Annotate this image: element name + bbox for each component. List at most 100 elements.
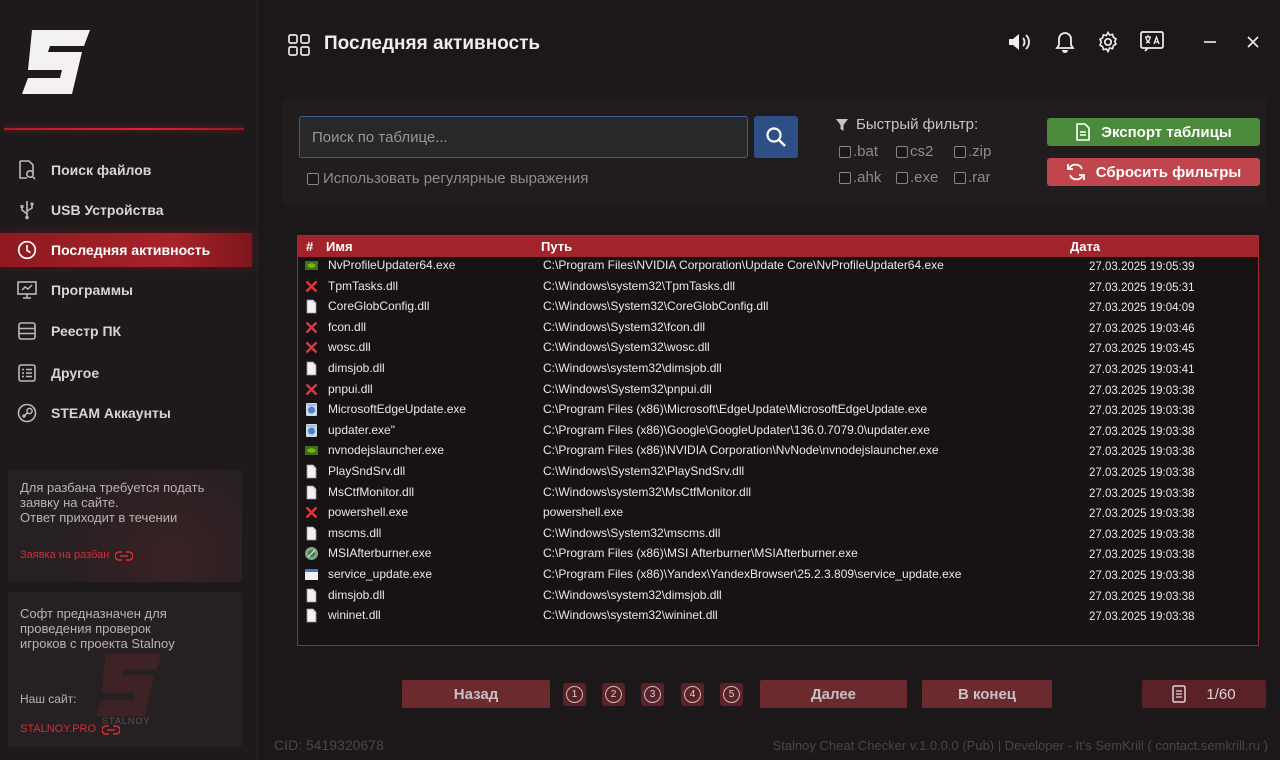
document-icon: [1076, 123, 1091, 141]
table-row[interactable]: powershell.exe powershell.exe 27.03.2025 1…: [298, 503, 1258, 524]
regex-checkbox[interactable]: Использовать регулярные выражения: [307, 170, 588, 187]
column-header-name[interactable]: Имя: [326, 239, 353, 254]
sidebar-item-file-search[interactable]: Поиск файлов: [0, 153, 252, 187]
refresh-icon: [1066, 163, 1085, 181]
site-link[interactable]: STALNOY.PRO: [20, 722, 121, 737]
close-button[interactable]: [1239, 28, 1267, 56]
search-icon: [766, 127, 786, 147]
reset-label: Сбросить фильтры: [1095, 163, 1242, 181]
next-label: Далее: [810, 685, 857, 703]
cell-path: C:\Windows\system32\dimsjob.dll: [543, 361, 722, 375]
page-next-button[interactable]: Далее: [760, 680, 907, 708]
cell-date: 27.03.2025 19:05:39: [1089, 261, 1195, 273]
cell-path: C:\Program Files\NVIDIA Corporation\Upda…: [543, 258, 944, 272]
page-3-button[interactable]: 3: [641, 683, 664, 706]
filter-rar[interactable]: .rar: [954, 169, 991, 186]
page-2-button[interactable]: 2: [602, 683, 625, 706]
table-row[interactable]: mscms.dll C:\Windows\System32\mscms.dll 27…: [298, 524, 1258, 545]
language-button[interactable]: [1138, 28, 1166, 56]
filter-bat[interactable]: .bat: [839, 143, 878, 160]
cell-path: C:\Windows\system32\dimsjob.dll: [543, 587, 722, 602]
sidebar-item-programs[interactable]: Программы: [0, 273, 252, 307]
file-search-icon: [16, 159, 38, 181]
table-row[interactable]: NvProfileUpdater64.exe C:\Program Files\N…: [298, 256, 1258, 277]
filter-ahk[interactable]: .ahk: [839, 169, 881, 186]
column-header-path[interactable]: Путь: [541, 239, 572, 254]
grid-icon: [288, 34, 310, 56]
file-icon: [304, 526, 319, 541]
cell-date: 27.03.2025 19:03:38: [1089, 549, 1195, 562]
export-table-button[interactable]: Экспорт таблицы: [1047, 118, 1260, 146]
sidebar-item-label: Реестр ПК: [51, 323, 122, 339]
table-row[interactable]: wosc.dll C:\Windows\System32\wosc.dll 27.0…: [298, 338, 1258, 359]
minimize-button[interactable]: [1196, 28, 1224, 56]
page-4-button[interactable]: 4: [681, 683, 704, 706]
filter-label: .bat: [853, 143, 879, 160]
table-row[interactable]: updater.exe" C:\Program Files (x86)\Googl…: [298, 421, 1258, 442]
sidebar-item-label: STEAM Аккаунты: [51, 405, 171, 421]
reset-filters-button[interactable]: Сбросить фильтры: [1047, 158, 1260, 186]
filter-cs2[interactable]: cs2: [896, 143, 933, 160]
sidebar-item-steam[interactable]: STEAM Аккаунты: [0, 396, 252, 430]
page-1-button[interactable]: 1: [563, 683, 586, 706]
gear-icon: [1098, 31, 1118, 53]
table-row[interactable]: dimsjob.dll C:\Windows\system32\dimsjob.d…: [298, 359, 1258, 380]
cell-name: MsCtfMonitor.dll: [328, 484, 415, 499]
deleted-icon: [304, 279, 319, 294]
page-title: Последняя активность: [324, 33, 541, 54]
file-icon: [304, 299, 319, 314]
cell-path: C:\Windows\system32\MsCtfMonitor.dll: [543, 484, 752, 499]
sidebar-item-label: Другое: [51, 365, 100, 381]
cell-path: C:\Windows\System32\wosc.dll: [543, 340, 710, 355]
cell-date: 27.03.2025 19:03:38: [1089, 487, 1195, 500]
table-row[interactable]: fcon.dll C:\Windows\System32\fcon.dll 27.0…: [298, 318, 1258, 339]
page-counter: 1/60: [1142, 680, 1266, 708]
clock-icon: [16, 239, 38, 261]
page-end-button[interactable]: В конец: [922, 680, 1052, 708]
column-header-index[interactable]: #: [306, 239, 313, 254]
cell-date: 27.03.2025 19:03:38: [1089, 384, 1195, 397]
logo-divider: [4, 128, 244, 130]
deleted-icon: [304, 340, 319, 355]
page-5-button[interactable]: 5: [720, 683, 743, 706]
table-row[interactable]: CoreGlobConfig.dll C:\Windows\System32\Co…: [298, 297, 1258, 318]
table-row[interactable]: MSIAfterburner.exe C:\Program Files (x86)…: [298, 544, 1258, 565]
page-back-button[interactable]: Назад: [402, 680, 550, 708]
notifications-button[interactable]: [1051, 28, 1079, 56]
table-row[interactable]: MicrosoftEdgeUpdate.exe C:\Program Files …: [298, 400, 1258, 421]
table-row[interactable]: PlaySndSrv.dll C:\Windows\System32\PlaySn…: [298, 462, 1258, 483]
cell-date: 27.03.2025 19:04:09: [1089, 302, 1195, 315]
search-button[interactable]: [754, 116, 798, 158]
table-row[interactable]: nvnodejslauncher.exe C:\Program Files (x8…: [298, 441, 1258, 462]
table-row[interactable]: service_update.exe C:\Program Files (x86)…: [298, 565, 1258, 586]
sound-button[interactable]: [1006, 28, 1034, 56]
cell-path: C:\Windows\system32\wininet.dll: [543, 608, 718, 623]
sidebar-item-registry[interactable]: Реестр ПК: [0, 314, 252, 348]
checkbox-box: [954, 145, 966, 158]
sound-icon: [1009, 34, 1030, 50]
quick-filter-label: Быстрый фильтр:: [856, 116, 979, 133]
deleted-icon: [304, 320, 319, 335]
settings-button[interactable]: [1094, 28, 1122, 56]
table-row[interactable]: wininet.dll C:\Windows\system32\wininet.d…: [298, 606, 1258, 627]
unban-request-link[interactable]: Заявка на разбан: [20, 548, 134, 563]
cell-path: C:\Program Files (x86)\Microsoft\EdgeUpd…: [543, 402, 928, 417]
column-header-date[interactable]: Дата: [1070, 239, 1100, 254]
sidebar-item-recent-activity[interactable]: Последняя активность: [0, 233, 252, 267]
sidebar-item-other[interactable]: Другое: [0, 356, 252, 390]
cell-path: C:\Program Files (x86)\Yandex\YandexBrow…: [543, 567, 962, 581]
cell-date: 27.03.2025 19:03:45: [1089, 343, 1195, 356]
filter-zip[interactable]: .zip: [954, 143, 991, 160]
cid-text: CID: 5419320678: [274, 737, 384, 753]
search-input[interactable]: [299, 116, 748, 158]
table-row[interactable]: dimsjob.dll C:\Windows\system32\dimsjob.d…: [298, 586, 1258, 607]
quick-filter-title: Быстрый фильтр:: [836, 116, 978, 133]
cell-name: powershell.exe: [328, 505, 409, 520]
cell-path: C:\Windows\System32\CoreGlobConfig.dll: [543, 299, 769, 314]
table-row[interactable]: TpmTasks.dll C:\Windows\system32\TpmTasks…: [298, 277, 1258, 298]
app-logo: [22, 30, 90, 94]
table-row[interactable]: MsCtfMonitor.dll C:\Windows\system32\MsCt…: [298, 483, 1258, 504]
filter-exe[interactable]: .exe: [896, 169, 938, 186]
table-row[interactable]: pnpui.dll C:\Windows\System32\pnpui.dll 27…: [298, 380, 1258, 401]
sidebar-item-usb[interactable]: USB Устройства: [0, 193, 252, 227]
